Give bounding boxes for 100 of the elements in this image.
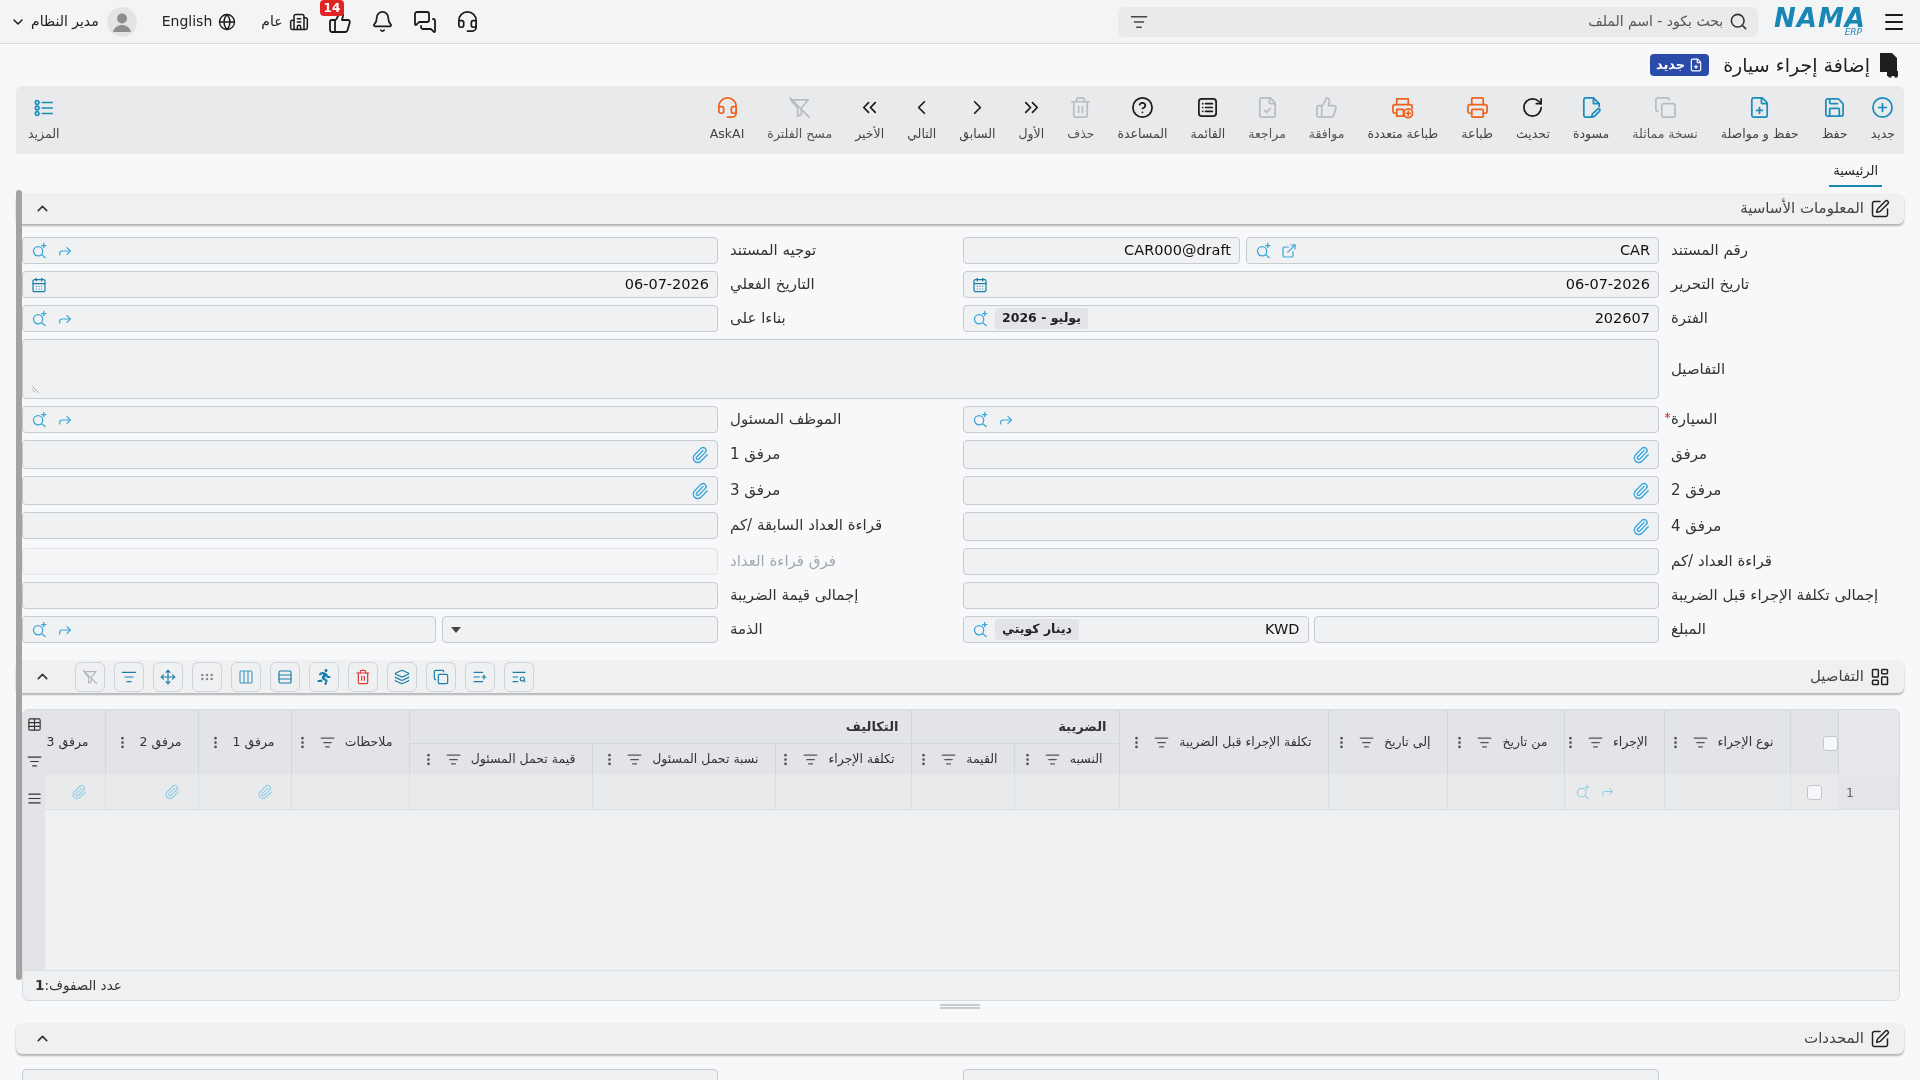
- column-header[interactable]: مرفق 1: [232, 733, 275, 752]
- attachment-field[interactable]: [963, 476, 1659, 505]
- paperclip-icon[interactable]: [70, 783, 87, 800]
- amount-field[interactable]: [1313, 616, 1659, 643]
- search-plus-icon[interactable]: [31, 411, 48, 428]
- search-plus-icon[interactable]: [972, 621, 989, 638]
- column-header[interactable]: مرفق 2: [139, 733, 182, 752]
- toolbar-button[interactable]: القائمة: [1187, 96, 1229, 144]
- search-plus-icon[interactable]: [972, 411, 989, 428]
- column-header[interactable]: نوع الإجراء: [1717, 733, 1774, 752]
- filter-icon[interactable]: [1477, 735, 1493, 750]
- table-tool-button[interactable]: [192, 661, 222, 692]
- lookup-field[interactable]: [22, 406, 718, 433]
- toolbar-button[interactable]: AskAI: [706, 96, 748, 144]
- paperclip-icon[interactable]: [256, 783, 273, 800]
- input-field[interactable]: [963, 582, 1659, 609]
- lookup-field[interactable]: [22, 305, 718, 332]
- select-field[interactable]: [442, 616, 718, 643]
- table-icon[interactable]: [26, 717, 42, 732]
- chat-icon[interactable]: [412, 9, 437, 34]
- company-selector[interactable]: عام: [261, 11, 309, 32]
- search-field[interactable]: بحث بكود - اسم الملف: [1118, 6, 1759, 37]
- column-header[interactable]: تكلفة الإجراء قبل الضريبة: [1179, 733, 1312, 752]
- attachment-field[interactable]: [963, 440, 1659, 469]
- filter-icon[interactable]: [319, 735, 335, 750]
- notification-bell-icon[interactable]: [370, 10, 394, 33]
- filter-icon[interactable]: [1358, 735, 1374, 750]
- headset-icon[interactable]: [455, 10, 479, 33]
- search-plus-icon[interactable]: [1574, 783, 1591, 800]
- code-field[interactable]: CAR: [1246, 237, 1659, 264]
- filter-icon[interactable]: [803, 751, 819, 767]
- paperclip-icon[interactable]: [691, 481, 709, 500]
- attachment-field[interactable]: [22, 440, 718, 469]
- filter-icon[interactable]: [1692, 735, 1708, 750]
- date-field[interactable]: 06-07-2026: [963, 271, 1659, 298]
- resize-handle[interactable]: [940, 1004, 980, 1009]
- table-tool-button[interactable]: [426, 661, 456, 692]
- textarea-field[interactable]: [22, 339, 1659, 399]
- lookup-field[interactable]: [22, 616, 436, 643]
- date-field[interactable]: 06-07-2026: [22, 271, 718, 298]
- table-tool-button[interactable]: [153, 661, 183, 692]
- column-header[interactable]: القيمة: [966, 749, 998, 769]
- search-plus-icon[interactable]: [31, 621, 48, 638]
- calendar-icon[interactable]: [972, 276, 988, 293]
- filter-icon[interactable]: [1044, 751, 1060, 767]
- table-row[interactable]: 1: [45, 775, 1899, 809]
- search-plus-icon[interactable]: [31, 310, 48, 327]
- paperclip-icon[interactable]: [1632, 445, 1650, 464]
- lookup-field[interactable]: [963, 406, 1659, 433]
- filter-icon[interactable]: [26, 754, 42, 769]
- resize-grip-icon[interactable]: [31, 385, 40, 394]
- toolbar-button[interactable]: مسودة: [1569, 96, 1613, 144]
- toolbar-button[interactable]: حفظ: [1818, 96, 1851, 144]
- external-link-icon[interactable]: [1281, 242, 1297, 259]
- toolbar-button[interactable]: جديد: [1867, 96, 1898, 144]
- checkbox[interactable]: [1822, 735, 1838, 751]
- column-header[interactable]: من تاريخ: [1502, 733, 1548, 752]
- table-tool-button[interactable]: [231, 661, 261, 692]
- column-header[interactable]: ملاحظات: [344, 733, 393, 752]
- toolbar-button[interactable]: طباعة متعددة: [1364, 96, 1442, 144]
- toolbar-button[interactable]: تحديث: [1513, 96, 1553, 144]
- search-plus-icon[interactable]: [31, 242, 48, 259]
- scrollbar-thumb[interactable]: [16, 190, 22, 980]
- paperclip-icon[interactable]: [1632, 481, 1650, 500]
- toolbar-button[interactable]: التالي: [904, 96, 940, 144]
- language-selector[interactable]: English: [161, 11, 237, 32]
- more-button[interactable]: المزيد: [28, 96, 60, 144]
- filter-icon[interactable]: [445, 751, 461, 767]
- filter-icon[interactable]: [627, 751, 643, 767]
- attachment-field[interactable]: [963, 512, 1659, 541]
- menu-lines-icon[interactable]: [26, 791, 42, 806]
- filter-icon[interactable]: [941, 751, 957, 767]
- toolbar-button[interactable]: السابق: [956, 96, 999, 144]
- input-field[interactable]: [22, 582, 718, 609]
- paperclip-icon[interactable]: [691, 445, 709, 464]
- table-tool-button[interactable]: [348, 661, 378, 692]
- input-field[interactable]: [963, 548, 1659, 575]
- column-header[interactable]: إلى تاريخ: [1383, 733, 1431, 752]
- table-tool-button[interactable]: [465, 661, 495, 692]
- lookup-field[interactable]: [22, 237, 718, 264]
- user-menu[interactable]: مدير النظام: [10, 6, 137, 37]
- search-plus-icon[interactable]: [1255, 242, 1272, 259]
- filter-icon[interactable]: [1587, 735, 1603, 750]
- table-tool-button[interactable]: [270, 661, 300, 692]
- checkbox[interactable]: [1806, 784, 1822, 800]
- paperclip-icon[interactable]: [1632, 517, 1650, 536]
- paperclip-icon[interactable]: [163, 783, 180, 800]
- table-tool-button[interactable]: [114, 661, 144, 692]
- toolbar-button[interactable]: المساعدة: [1114, 96, 1171, 144]
- calendar-icon[interactable]: [31, 276, 47, 293]
- toolbar-button[interactable]: الأخير: [852, 96, 888, 144]
- serial-field[interactable]: CAR000@draft: [963, 237, 1240, 264]
- filter-icon[interactable]: [1154, 735, 1170, 750]
- search-plus-icon[interactable]: [972, 310, 989, 327]
- input-field[interactable]: [22, 512, 718, 539]
- toolbar-button[interactable]: حفظ و مواصلة: [1717, 96, 1802, 144]
- table-tool-button[interactable]: [504, 661, 534, 692]
- table-tool-button[interactable]: [387, 661, 417, 692]
- table-tool-button[interactable]: [309, 661, 339, 692]
- attachment-field[interactable]: [22, 476, 718, 505]
